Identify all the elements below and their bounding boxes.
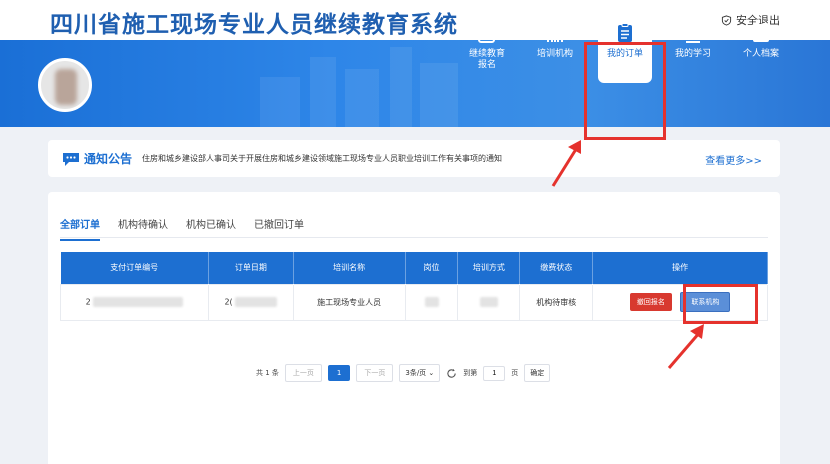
refresh-icon[interactable] — [446, 368, 457, 379]
col-training-mode: 培训方式 — [457, 252, 521, 284]
nav-label: 我的学习 — [674, 49, 711, 59]
order-date-text: 2( — [224, 297, 233, 307]
nav-label: 个人档案 — [742, 49, 779, 59]
nav-label: 继续教育 报名 — [468, 49, 505, 70]
site-title: 四川省施工现场专业人员继续教育系统 — [50, 11, 458, 38]
cell-payment-status: 机构待审核 — [519, 283, 594, 321]
building-icon — [547, 23, 563, 42]
withdraw-enrollment-button[interactable]: 撤回报名 — [629, 293, 672, 311]
masked-mode — [479, 297, 498, 307]
total-count: 共 1 条 — [256, 369, 279, 377]
clipboard-icon — [618, 23, 632, 42]
prev-page-button[interactable]: 上一页 — [284, 364, 322, 382]
masked-order-no — [93, 297, 184, 307]
table-row: 2 2( 施工现场专业人员 机构待审核 撤回报名 联系机构 — [60, 283, 768, 321]
shield-check-icon — [721, 14, 732, 26]
nav-item-institutions[interactable]: 培训机构 — [532, 0, 578, 87]
cell-order-date: 2( — [207, 283, 294, 321]
annotation-arrow — [551, 140, 581, 187]
col-position: 岗位 — [405, 252, 459, 284]
page-1-button[interactable]: 1 — [327, 365, 351, 381]
notice-bar: 通知公告 住房和城乡建设部人事司关于开展住房和城乡建设领域施工现场专业人员职业培… — [48, 140, 780, 177]
cell-position — [404, 283, 459, 321]
order-no-text: 2 — [85, 297, 91, 307]
notice-more-link[interactable]: 查看更多>> — [705, 152, 762, 167]
nav-item-my-learning[interactable]: 我的学习 — [670, 0, 716, 87]
notice-link[interactable]: 住房和城乡建设部人事司关于开展住房和城乡建设领域施工现场专业人员职业培训工作有关… — [142, 153, 502, 164]
chevron-down-icon: ⌄ — [428, 369, 435, 377]
col-payment-status: 缴费状态 — [519, 252, 594, 284]
user-avatar[interactable] — [38, 58, 92, 112]
cell-training-name: 施工现场专业人员 — [292, 283, 406, 321]
page-unit-label: 页 — [511, 369, 519, 377]
notice-title: 通知公告 — [84, 152, 133, 166]
tab-divider — [60, 237, 768, 238]
col-training-name: 培训名称 — [293, 252, 406, 284]
chat-bubble-icon — [63, 152, 79, 166]
video-play-icon — [684, 24, 702, 43]
goto-label: 到第 — [463, 369, 478, 377]
goto-page-input[interactable] — [483, 365, 506, 381]
pagination: 共 1 条 上一页 1 下一页 3条/页 ⌄ 到第 页 确定 — [256, 364, 551, 382]
page-size-value: 3条/页 — [405, 369, 427, 377]
highlight-box-nav — [584, 42, 666, 140]
edit-icon — [478, 23, 495, 43]
next-page-button[interactable]: 下一页 — [356, 364, 394, 382]
nav-label: 培训机构 — [536, 49, 573, 59]
cell-training-mode — [457, 283, 521, 321]
col-order-no: 支付订单编号 — [60, 252, 209, 284]
col-order-date: 订单日期 — [208, 252, 294, 284]
archive-icon — [752, 24, 770, 42]
col-actions: 操作 — [592, 252, 768, 284]
masked-position — [424, 297, 439, 307]
goto-confirm-button[interactable]: 确定 — [524, 364, 551, 382]
orders-table: 支付订单编号 订单日期 培训名称 岗位 培训方式 缴费状态 操作 2 2( 施工… — [60, 252, 768, 321]
table-header-row: 支付订单编号 订单日期 培训名称 岗位 培训方式 缴费状态 操作 — [60, 252, 768, 284]
annotation-arrow — [667, 324, 704, 369]
nav-item-enroll[interactable]: 继续教育 报名 — [463, 0, 511, 87]
cell-order-no: 2 — [60, 283, 209, 321]
page-size-select[interactable]: 3条/页 ⌄ — [399, 364, 441, 382]
nav-item-profile[interactable]: 个人档案 — [738, 0, 784, 87]
masked-date — [235, 297, 278, 307]
